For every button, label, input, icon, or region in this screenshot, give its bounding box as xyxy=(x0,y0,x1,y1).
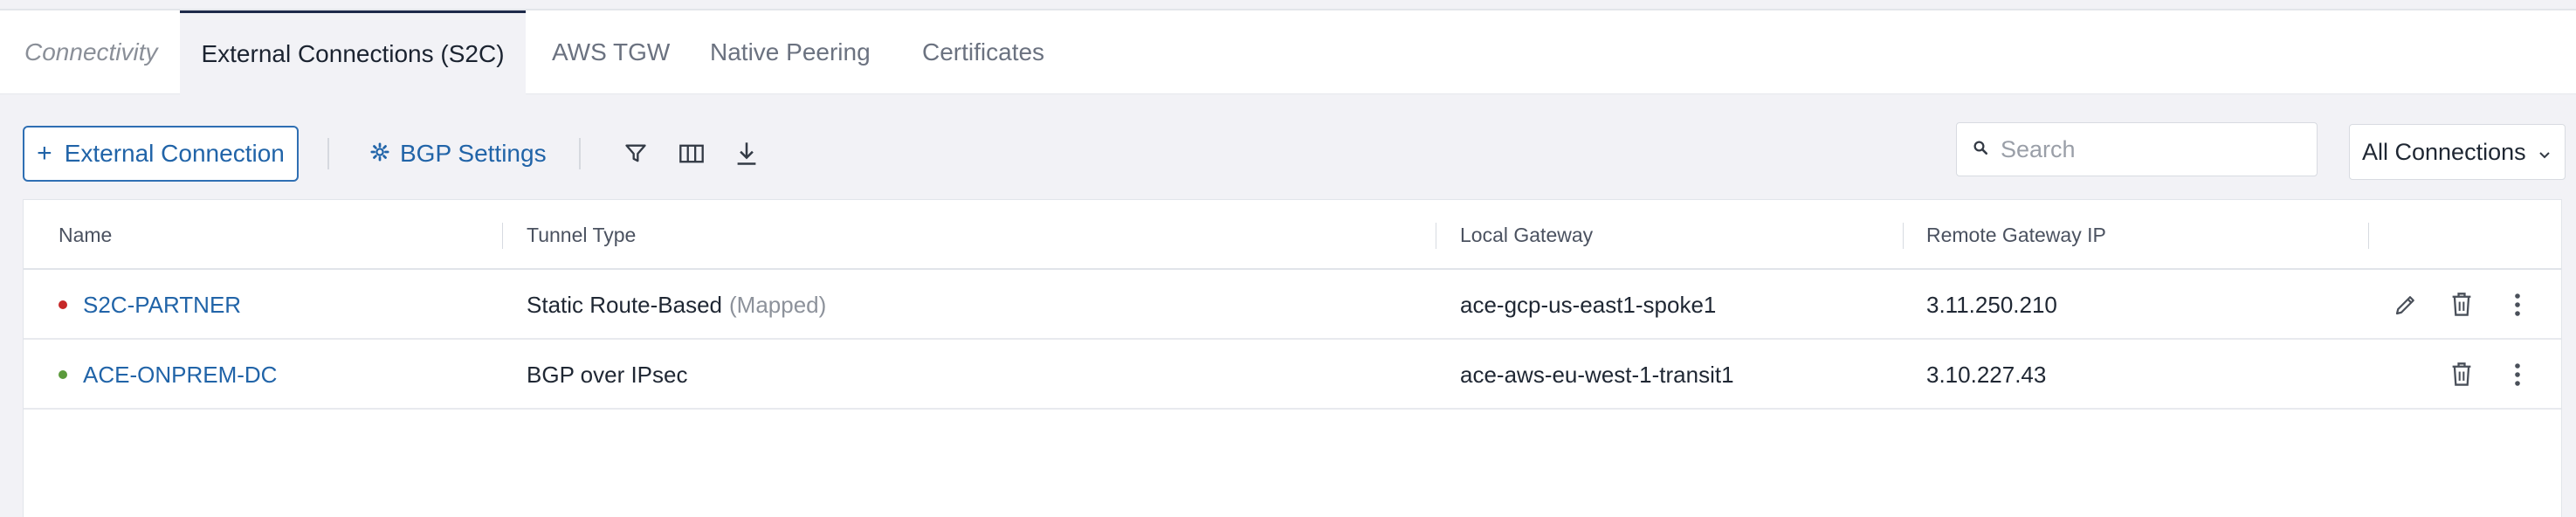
name-cell: ACE-ONPREM-DC xyxy=(59,340,277,410)
column-header-name[interactable]: Name xyxy=(59,200,112,270)
table-row[interactable]: S2C-PARTNER Static Route-Based (Mapped) … xyxy=(24,270,2561,340)
column-header-remote-gateway-ip[interactable]: Remote Gateway IP xyxy=(1926,200,2106,270)
table-row[interactable]: ACE-ONPREM-DC BGP over IPsec ace-aws-eu-… xyxy=(24,340,2561,410)
tunnel-type-cell: BGP over IPsec xyxy=(527,340,688,410)
connection-name-link[interactable]: S2C-PARTNER xyxy=(83,292,241,319)
table-header: Name Tunnel Type Local Gateway Remote Ga… xyxy=(24,200,2561,270)
more-icon[interactable] xyxy=(2500,357,2535,392)
filter-icon[interactable] xyxy=(618,136,653,171)
header-label: Local Gateway xyxy=(1460,223,1594,246)
remote-ip-cell: 3.11.250.210 xyxy=(1926,291,2057,318)
more-icon[interactable] xyxy=(2500,287,2535,322)
header-label: Name xyxy=(59,223,113,246)
search-box[interactable] xyxy=(1956,122,2318,176)
tab-label: Connectivity xyxy=(24,38,158,65)
columns-icon[interactable] xyxy=(674,136,709,171)
search-input[interactable] xyxy=(2001,135,2297,163)
add-button-label: External Connection xyxy=(64,140,285,167)
add-external-connection-button[interactable]: + External Connection xyxy=(23,126,299,182)
connection-name-link[interactable]: ACE-ONPREM-DC xyxy=(83,362,277,389)
header-label: Remote Gateway IP xyxy=(1926,223,2106,246)
search-icon xyxy=(1973,140,1988,160)
tunnel-type-value: BGP over IPsec xyxy=(527,361,688,388)
local-gateway-cell: ace-gcp-us-east1-spoke1 xyxy=(1460,291,1717,318)
column-resizer[interactable] xyxy=(502,223,503,249)
tab-native-peering[interactable]: Native Peering xyxy=(710,10,871,94)
tab-label: AWS TGW xyxy=(552,38,671,65)
tunnel-type-note: (Mapped) xyxy=(729,291,827,318)
tab-bar: Connectivity External Connections (S2C) … xyxy=(0,10,2576,95)
download-icon[interactable] xyxy=(729,136,764,171)
toolbar-divider xyxy=(327,138,329,169)
bgp-settings-button[interactable]: BGP Settings xyxy=(370,126,547,182)
column-resizer[interactable] xyxy=(2368,223,2369,249)
toolbar-divider xyxy=(579,138,581,169)
tab-label: Certificates xyxy=(922,38,1045,65)
tab-certificates[interactable]: Certificates xyxy=(922,10,1044,94)
tab-aws-tgw[interactable]: AWS TGW xyxy=(552,10,670,94)
delete-icon[interactable] xyxy=(2444,287,2479,322)
select-value: All Connections xyxy=(2362,138,2526,165)
column-resizer[interactable] xyxy=(1903,223,1904,249)
status-up-icon xyxy=(59,370,67,379)
tab-label: External Connections (S2C) xyxy=(201,40,505,67)
header-label: Tunnel Type xyxy=(527,223,637,246)
tunnel-type-cell: Static Route-Based (Mapped) xyxy=(527,270,826,340)
column-header-local-gateway[interactable]: Local Gateway xyxy=(1460,200,1593,270)
chevron-down-icon xyxy=(2538,139,2551,166)
tunnel-type-value: Static Route-Based xyxy=(527,291,723,318)
toolbar: + External Connection BGP Settings All C… xyxy=(0,94,2576,199)
plus-icon: + xyxy=(37,139,52,168)
edit-icon[interactable] xyxy=(2388,287,2423,322)
name-cell: S2C-PARTNER xyxy=(59,270,241,340)
tab-connectivity[interactable]: Connectivity xyxy=(24,10,158,94)
bgp-settings-label: BGP Settings xyxy=(400,140,547,167)
local-gateway-cell: ace-aws-eu-west-1-transit1 xyxy=(1460,361,1734,388)
gear-icon xyxy=(370,140,389,168)
column-header-tunnel-type[interactable]: Tunnel Type xyxy=(527,200,636,270)
delete-icon[interactable] xyxy=(2444,357,2479,392)
remote-ip-cell: 3.10.227.43 xyxy=(1926,361,2047,388)
connections-filter-select[interactable]: All Connections xyxy=(2349,124,2566,180)
tab-label: Native Peering xyxy=(710,38,871,65)
tab-external-connections[interactable]: External Connections (S2C) xyxy=(180,10,526,95)
connections-table: Name Tunnel Type Local Gateway Remote Ga… xyxy=(23,199,2562,517)
status-down-icon xyxy=(59,300,67,309)
